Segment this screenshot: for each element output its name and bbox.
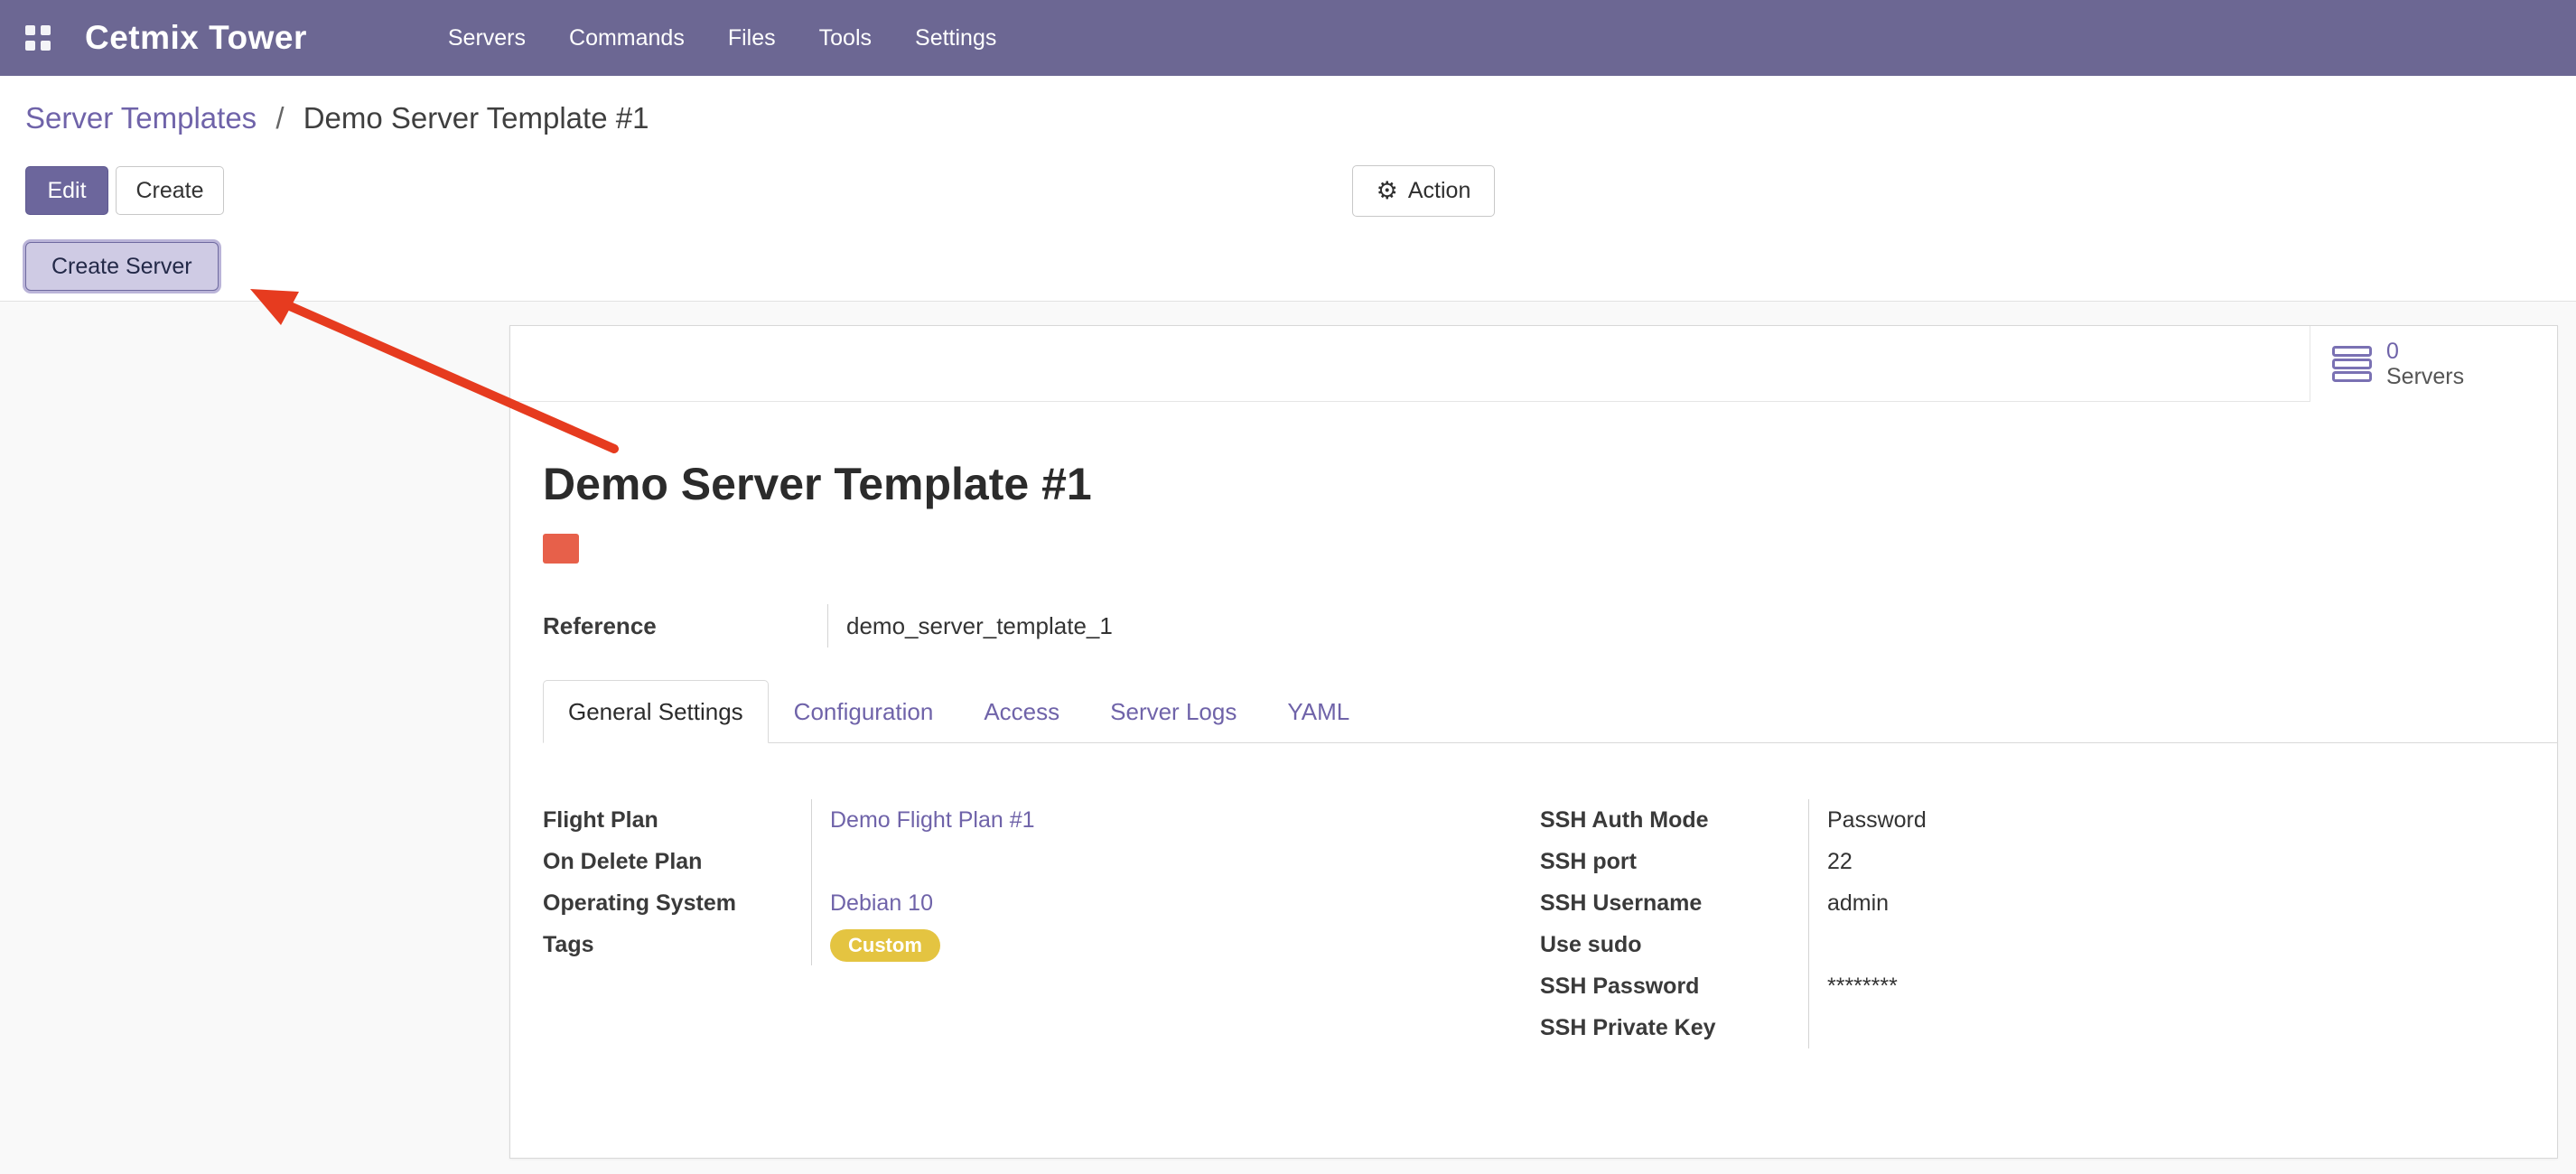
field-label: SSH Password <box>1540 965 1808 1007</box>
tag-badge-custom[interactable]: Custom <box>830 929 940 962</box>
field-label: SSH port <box>1540 841 1808 882</box>
record-title: Demo Server Template #1 <box>543 458 1092 510</box>
field-ssh-auth-mode: SSH Auth Mode Password <box>1540 799 2525 841</box>
menu-item-tools[interactable]: Tools <box>798 0 893 76</box>
notebook-tabs: General Settings Configuration Access Se… <box>543 680 2557 743</box>
servers-stat-button[interactable]: 0 Servers <box>2310 326 2557 402</box>
reference-label: Reference <box>543 604 827 648</box>
field-ssh-port: SSH port 22 <box>1540 841 2525 882</box>
main-menu: Servers Commands Files Tools Settings <box>426 0 1018 76</box>
fields-right-column: SSH Auth Mode Password SSH port 22 SSH U… <box>1540 799 2525 1048</box>
brand-title[interactable]: Cetmix Tower <box>85 19 307 57</box>
tab-configuration[interactable]: Configuration <box>769 680 959 743</box>
operating-system-link[interactable]: Debian 10 <box>811 882 1540 924</box>
gear-icon: ⚙ <box>1377 179 1398 203</box>
page: Cetmix Tower Servers Commands Files Tool… <box>0 0 2576 1174</box>
ssh-auth-mode-value: Password <box>1808 799 2525 841</box>
menu-item-commands[interactable]: Commands <box>547 0 706 76</box>
action-button-label: Action <box>1408 178 1470 204</box>
top-navbar: Cetmix Tower Servers Commands Files Tool… <box>0 0 2576 76</box>
menu-item-settings[interactable]: Settings <box>893 0 1018 76</box>
field-tags: Tags Custom <box>543 924 1540 965</box>
on-delete-plan-value <box>811 841 1540 882</box>
ssh-password-value: ******** <box>1808 965 2525 1007</box>
control-panel: Edit Create ⚙ Action <box>25 165 2551 218</box>
reference-value: demo_server_template_1 <box>827 604 1113 648</box>
apps-grid-icon[interactable] <box>25 25 51 51</box>
reference-field: Reference demo_server_template_1 <box>543 604 1113 648</box>
stat-label: Servers <box>2386 364 2464 389</box>
field-use-sudo: Use sudo <box>1540 924 2525 965</box>
flight-plan-link[interactable]: Demo Flight Plan #1 <box>811 799 1540 841</box>
field-label: On Delete Plan <box>543 841 811 882</box>
stat-text: 0 Servers <box>2386 339 2464 389</box>
tab-access[interactable]: Access <box>958 680 1085 743</box>
field-ssh-password: SSH Password ******** <box>1540 965 2525 1007</box>
breadcrumb-parent-link[interactable]: Server Templates <box>25 101 257 135</box>
action-button[interactable]: ⚙ Action <box>1352 165 1495 217</box>
color-swatch[interactable] <box>543 534 579 564</box>
field-label: Use sudo <box>1540 924 1808 965</box>
breadcrumb-current: Demo Server Template #1 <box>303 101 649 135</box>
field-label: Flight Plan <box>543 799 811 841</box>
menu-item-files[interactable]: Files <box>706 0 798 76</box>
breadcrumb-separator: / <box>275 101 284 135</box>
field-flight-plan: Flight Plan Demo Flight Plan #1 <box>543 799 1540 841</box>
tab-general-settings[interactable]: General Settings <box>543 680 769 743</box>
field-ssh-username: SSH Username admin <box>1540 882 2525 924</box>
stat-count: 0 <box>2386 339 2464 364</box>
field-label: Operating System <box>543 882 811 924</box>
field-label: SSH Username <box>1540 882 1808 924</box>
edit-button[interactable]: Edit <box>25 166 108 215</box>
field-label: SSH Private Key <box>1540 1007 1808 1048</box>
menu-item-servers[interactable]: Servers <box>426 0 547 76</box>
field-ssh-private-key: SSH Private Key <box>1540 1007 2525 1048</box>
field-operating-system: Operating System Debian 10 <box>543 882 1540 924</box>
fields-left-column: Flight Plan Demo Flight Plan #1 On Delet… <box>543 799 1540 965</box>
use-sudo-value <box>1808 924 2525 965</box>
form-sheet: 0 Servers Demo Server Template #1 Refere… <box>509 325 2558 1159</box>
tags-value: Custom <box>811 924 1540 965</box>
button-box: 0 Servers <box>510 326 2557 402</box>
create-button[interactable]: Create <box>116 166 224 215</box>
tab-server-logs[interactable]: Server Logs <box>1085 680 1262 743</box>
field-label: Tags <box>543 924 811 965</box>
ssh-port-value: 22 <box>1808 841 2525 882</box>
tab-yaml[interactable]: YAML <box>1262 680 1375 743</box>
actions-bar: Create Server <box>25 242 219 296</box>
field-label: SSH Auth Mode <box>1540 799 1808 841</box>
ssh-private-key-value <box>1808 1007 2525 1048</box>
field-on-delete-plan: On Delete Plan <box>543 841 1540 882</box>
create-server-button[interactable]: Create Server <box>25 242 219 291</box>
server-stack-icon <box>2332 346 2372 382</box>
breadcrumb: Server Templates / Demo Server Template … <box>25 101 649 135</box>
ssh-username-value: admin <box>1808 882 2525 924</box>
general-settings-fields: Flight Plan Demo Flight Plan #1 On Delet… <box>543 799 2525 1048</box>
